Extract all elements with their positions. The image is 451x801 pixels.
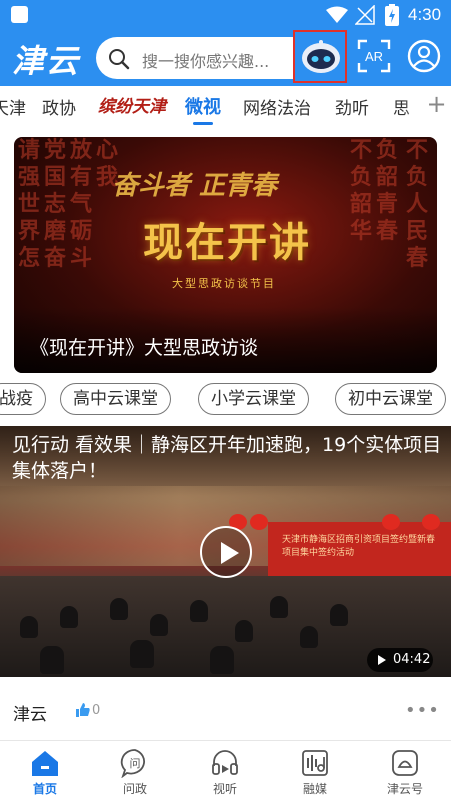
nav-rongmei[interactable]: 融媒 (270, 741, 360, 801)
thumbs-up-icon[interactable] (76, 703, 90, 717)
more-options-button[interactable]: ••• (405, 700, 440, 721)
carousel-indicator (162, 364, 370, 373)
status-bar: 4:30 (0, 0, 451, 30)
ar-scan-icon[interactable]: AR (357, 39, 391, 73)
signal-icon (355, 5, 375, 25)
active-tab-indicator (193, 122, 213, 125)
video-card[interactable]: 天津市静海区招商引资项目签约暨新春项目集中签约活动 见行动 看效果｜静海区开年加… (0, 426, 451, 677)
notification-icon (11, 6, 28, 23)
account-icon (392, 750, 418, 776)
tabs-fade (404, 86, 424, 126)
battery-icon (385, 4, 399, 26)
video-title[interactable]: 见行动 看效果｜静海区开年加速跑，19个实体项目集体落户！ (12, 432, 444, 484)
app-logo: 津云 (12, 42, 81, 80)
bottom-navigation: 首页 问 问政 视听 融媒 津云号 (0, 740, 451, 801)
chip-high-school-class[interactable]: 高中云课堂 (60, 383, 171, 415)
play-small-icon (378, 655, 386, 665)
nav-label: 视听 (212, 782, 237, 796)
chip-middle-school-class[interactable]: 初中云课堂 (335, 383, 446, 415)
nav-label: 首页 (32, 782, 57, 796)
banner-subtitle: 大型思政访谈节目 (172, 277, 276, 290)
ai-assistant-button[interactable] (293, 30, 347, 83)
nav-shiting[interactable]: 视听 (180, 741, 270, 801)
ask-icon: 问 (120, 749, 145, 778)
nav-jinyunhao[interactable]: 津云号 (360, 741, 450, 801)
status-time: 4:30 (408, 5, 442, 24)
play-button[interactable] (200, 526, 252, 578)
robot-icon (302, 40, 340, 73)
ar-label: AR (365, 49, 383, 64)
banner-caption: 《现在开讲》大型思政访谈 (30, 337, 259, 359)
banner-top-script: 奋斗者 正青春 (112, 171, 278, 201)
nav-label: 津云号 (386, 782, 423, 796)
tab-weishi[interactable]: 微视 (185, 93, 221, 119)
video-duration: 04:42 (393, 652, 431, 667)
app-header: 4:30 津云 搜一搜你感兴趣... AR (0, 0, 451, 86)
video-duration-badge: 04:42 (367, 648, 433, 672)
lanterns-decoration (229, 514, 440, 530)
banner-hero-title: 现在开讲 (143, 219, 311, 266)
chip-zhanyi[interactable]: 战疫 (0, 383, 46, 415)
chip-primary-school-class[interactable]: 小学云课堂 (198, 383, 309, 415)
tab-zhengxie[interactable]: 政协 (42, 94, 76, 119)
user-profile-icon[interactable] (407, 39, 441, 73)
svg-text:问: 问 (130, 757, 141, 770)
home-icon (32, 751, 58, 776)
wifi-icon (326, 6, 348, 23)
video-card-footer: 津云 0 ••• (0, 678, 451, 740)
tab-tianjin[interactable]: 天津 (0, 94, 26, 119)
search-icon (109, 49, 130, 70)
nav-label: 问政 (122, 782, 147, 796)
tab-binfen-tianjin[interactable]: 缤纷天津 (98, 92, 166, 117)
headphones-icon (212, 750, 238, 775)
topic-chips: 战疫 高中云课堂 小学云课堂 初中云课堂 (0, 383, 451, 417)
like-count: 0 (92, 703, 101, 718)
nav-label: 融媒 (302, 782, 327, 796)
search-placeholder: 搜一搜你感兴趣... (142, 52, 270, 71)
nav-wenzheng[interactable]: 问 问政 (90, 741, 180, 801)
tab-network-law[interactable]: 网络法治 (243, 94, 311, 119)
channel-tabs: 天津 政协 缤纷天津 微视 网络法治 劲听 思 + (0, 86, 451, 126)
tab-jinting[interactable]: 劲听 (335, 94, 369, 119)
video-source[interactable]: 津云 (13, 700, 47, 725)
play-icon (221, 542, 239, 564)
banner-carousel[interactable]: 请强世界怎 党国志磨奋 放有气砺斗 心我 不负韶华 负韶青春 不负人民春 奋斗者… (14, 137, 437, 373)
add-channel-button[interactable]: + (422, 90, 451, 118)
media-icon (302, 750, 328, 776)
nav-home[interactable]: 首页 (0, 741, 90, 801)
